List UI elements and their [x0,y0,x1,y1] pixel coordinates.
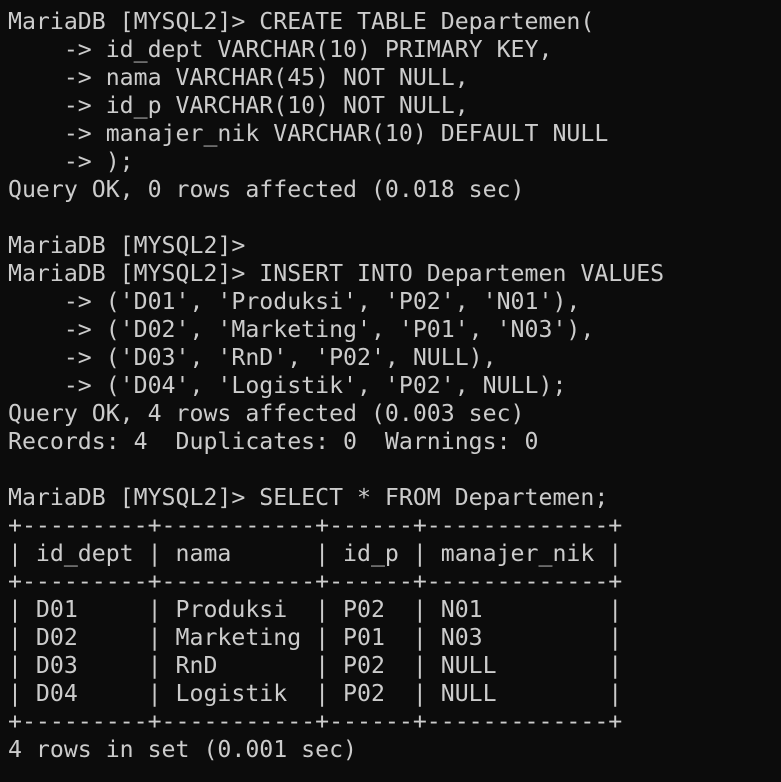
terminal-line: -> ('D01', 'Produksi', 'P02', 'N01'), [8,288,581,315]
terminal-line: -> ); [8,148,134,175]
terminal-line: Records: 4 Duplicates: 0 Warnings: 0 [8,428,539,455]
terminal-line: +---------+-----------+------+----------… [8,512,623,539]
terminal-line: +---------+-----------+------+----------… [8,568,623,595]
terminal-line: | D02 | Marketing | P01 | N03 | [8,624,623,651]
terminal-line: +---------+-----------+------+----------… [8,708,623,735]
terminal-window[interactable]: MariaDB [MYSQL2]> CREATE TABLE Departeme… [0,0,781,782]
terminal-line: 4 rows in set (0.001 sec) [8,736,358,763]
terminal-line: -> id_p VARCHAR(10) NOT NULL, [8,92,469,119]
terminal-line: MariaDB [MYSQL2]> [8,232,246,259]
terminal-line: -> ('D04', 'Logistik', 'P02', NULL); [8,372,567,399]
terminal-line: -> nama VARCHAR(45) NOT NULL, [8,64,469,91]
terminal-line: MariaDB [MYSQL2]> SELECT * FROM Departem… [8,484,609,511]
terminal-line: -> ('D02', 'Marketing', 'P01', 'N03'), [8,316,595,343]
terminal-line: | D03 | RnD | P02 | NULL | [8,652,623,679]
terminal-line: -> ('D03', 'RnD', 'P02', NULL), [8,344,497,371]
terminal-line: | D04 | Logistik | P02 | NULL | [8,680,623,707]
terminal-line: MariaDB [MYSQL2]> INSERT INTO Departemen… [8,260,665,287]
terminal-line: | id_dept | nama | id_p | manajer_nik | [8,540,623,567]
terminal-line: | D01 | Produksi | P02 | N01 | [8,596,623,623]
terminal-line: Query OK, 0 rows affected (0.018 sec) [8,176,525,203]
terminal-line: -> id_dept VARCHAR(10) PRIMARY KEY, [8,36,553,63]
terminal-line: Query OK, 4 rows affected (0.003 sec) [8,400,525,427]
terminal-line: MariaDB [MYSQL2]> CREATE TABLE Departeme… [8,8,595,35]
terminal-line: -> manajer_nik VARCHAR(10) DEFAULT NULL [8,120,609,147]
